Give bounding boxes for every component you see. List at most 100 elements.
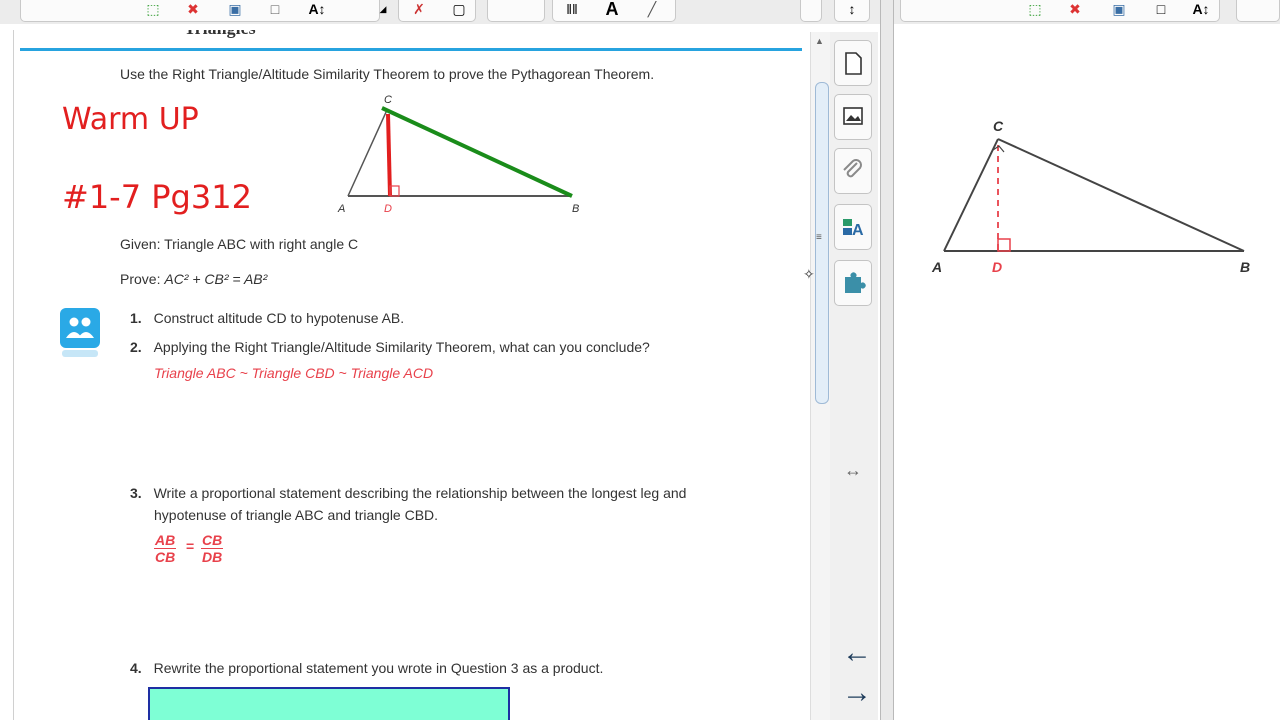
q4-text: Rewrite the proportional statement you w… — [153, 660, 604, 676]
frac1-numerator: AB — [154, 532, 177, 549]
triangle-diagram-right: C A D B — [931, 118, 1250, 275]
given-text: Given: Triangle ABC with right angle C — [120, 236, 359, 252]
label-a: A — [931, 259, 942, 275]
puzzle-icon — [845, 272, 866, 293]
tab-gallery[interactable] — [834, 94, 872, 140]
delete-page-button[interactable]: ✖ — [180, 0, 206, 22]
vertical-scrollbar[interactable]: ▲ ≡ — [810, 32, 831, 720]
save-icon: ▣ — [1112, 1, 1126, 17]
prove-prefix: Prove: — [120, 271, 161, 287]
pane-divider[interactable] — [880, 0, 894, 720]
save-button-right[interactable]: ▣ — [1106, 0, 1132, 22]
pens-icon: ‖‖ — [566, 1, 578, 17]
q2-number: 2. — [130, 339, 142, 355]
prove-expression: AC² + CB² = AB² — [164, 271, 268, 287]
q3-number: 3. — [130, 485, 142, 501]
resize-cursor-icon: ✧ — [803, 266, 815, 282]
q3-fraction-1: AB CB — [154, 532, 177, 565]
expand-panel-icon[interactable]: ↔ — [844, 460, 862, 481]
q3-text-line1: Write a proportional statement describin… — [153, 485, 687, 501]
frac2-denominator: DB — [202, 549, 223, 565]
toolbar-slot-right-edge[interactable] — [1236, 0, 1280, 22]
scrollbar-thumb[interactable] — [815, 82, 829, 404]
arrow-up-down-icon: ↕ — [848, 1, 856, 17]
label-c: C — [993, 118, 1004, 134]
tab-properties[interactable]: A — [834, 204, 872, 250]
text-button[interactable]: A — [598, 0, 626, 22]
properties-icon: A — [843, 219, 864, 239]
save-icon: ▣ — [228, 1, 242, 17]
question-4: 4. Rewrite the proportional statement yo… — [130, 660, 603, 676]
question-2: 2. Applying the Right Triangle/Altitude … — [130, 339, 650, 355]
insert-page-button[interactable]: ⬚ — [140, 0, 166, 22]
text-format-icon: A↕ — [1192, 1, 1210, 17]
chevron-down-icon: ◢ — [379, 4, 387, 14]
toolbar-arrow-button[interactable]: ↕ — [834, 0, 870, 22]
q3-text-line2: hypotenuse of triangle ABC and triangle … — [154, 507, 439, 523]
scroll-grip-icon: ≡ — [816, 232, 822, 243]
document-page[interactable]: Triangles Use the Right Triangle/Altitud… — [13, 30, 809, 720]
question-3-line1: 3. Write a proportional statement descri… — [130, 485, 686, 501]
gallery-icon — [843, 107, 863, 125]
clear-ink-button[interactable]: ✗ — [405, 0, 433, 22]
triangle-diagram-left: C A D B — [337, 94, 579, 215]
screen-icon: □ — [1156, 1, 1166, 17]
q1-text: Construct altitude CD to hypotenuse AB. — [153, 310, 405, 326]
screen-button[interactable]: □ — [262, 0, 288, 22]
paperclip-icon — [843, 159, 862, 178]
instruction-text: Use the Right Triangle/Altitude Similari… — [120, 66, 655, 82]
group-icon-shadow — [62, 350, 98, 357]
green-pen-stroke — [381, 106, 573, 198]
label-a: A — [337, 203, 345, 215]
add-page-icon: ⬚ — [146, 1, 160, 17]
delete-page-button-right[interactable]: ✖ — [1062, 0, 1088, 22]
frac1-denominator: CB — [155, 549, 176, 565]
screen-icon: □ — [270, 1, 280, 17]
q2-text: Applying the Right Triangle/Altitude Sim… — [153, 339, 650, 355]
q3-fraction-2: CB DB — [201, 532, 224, 565]
previous-page-arrow-icon[interactable]: ← — [842, 636, 872, 670]
side-tabs-panel: A ↔ ← → — [830, 32, 878, 720]
right-page[interactable]: C A D B — [894, 24, 1280, 720]
add-page-icon: ⬚ — [1028, 1, 1042, 17]
answer-box-highlight[interactable] — [148, 687, 510, 720]
delete-page-icon: ✖ — [187, 1, 199, 17]
label-d: D — [992, 259, 1002, 275]
eraser-icon: ✗ — [413, 1, 425, 17]
label-c: C — [384, 94, 392, 106]
tab-attachments[interactable] — [834, 148, 872, 194]
q4-number: 4. — [130, 660, 142, 676]
prove-line: Prove: AC² + CB² = AB² — [120, 271, 267, 287]
toolbar-slot-empty[interactable] — [487, 0, 545, 22]
window-icon: ▢ — [452, 1, 466, 17]
scroll-up-arrow[interactable]: ▲ — [815, 36, 824, 46]
q2-answer: Triangle ABC ~ Triangle CBD ~ Triangle A… — [154, 365, 434, 381]
dropdown-button[interactable]: ◢ — [372, 0, 394, 22]
save-button[interactable]: ▣ — [222, 0, 248, 22]
q1-number: 1. — [130, 310, 142, 326]
svg-text:A: A — [852, 222, 864, 239]
assignment-handwriting: #1-7 Pg312 — [62, 178, 252, 216]
warm-up-handwriting: Warm UP — [62, 102, 199, 137]
toolbar-slot-right[interactable] — [800, 0, 822, 22]
pens-button[interactable]: ‖‖ — [558, 0, 586, 22]
q3-equals: = — [186, 538, 195, 554]
tab-add-ons[interactable] — [834, 260, 872, 306]
text-format-icon: A↕ — [308, 1, 326, 17]
label-d: D — [384, 203, 392, 215]
text-format-button[interactable]: A↕ — [302, 0, 332, 22]
screen-button-right[interactable]: □ — [1148, 0, 1174, 22]
insert-page-button-right[interactable]: ⬚ — [1022, 0, 1048, 22]
tab-page-sorter[interactable] — [834, 40, 872, 86]
text-tool-icon: A — [605, 0, 619, 19]
line-button[interactable]: ╱ — [638, 0, 666, 22]
text-format-button-right[interactable]: A↕ — [1186, 0, 1216, 22]
red-altitude-stroke — [386, 113, 392, 197]
window-button[interactable]: ▢ — [445, 0, 473, 22]
next-page-arrow-icon[interactable]: → — [842, 676, 872, 710]
group-activity-icon — [60, 308, 100, 348]
label-b: B — [1240, 259, 1250, 275]
line-icon: ╱ — [647, 1, 657, 17]
page-icon — [845, 52, 862, 75]
frac2-numerator: CB — [201, 532, 224, 549]
